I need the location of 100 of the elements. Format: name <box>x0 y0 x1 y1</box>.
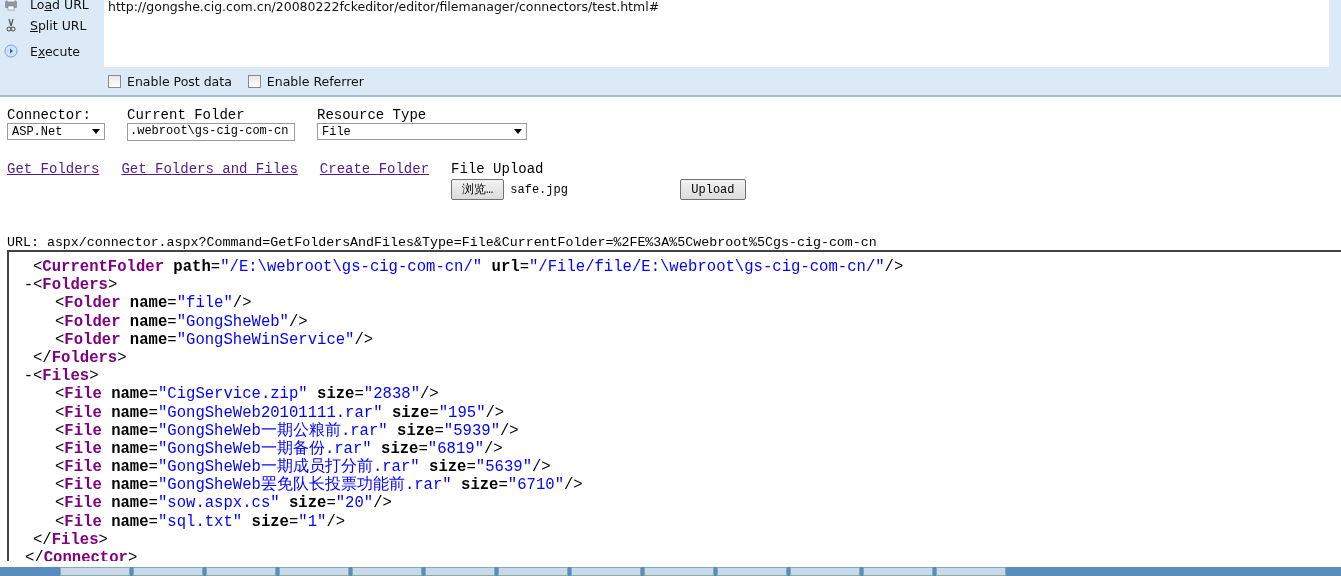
input-field[interactable]: .webroot\gs-cig-com-cn <box>127 123 295 141</box>
xml-punctuation: /> <box>485 403 505 422</box>
xml-attribute-value: "/File/file/E:\webroot\gs-cig-com-cn/" <box>529 258 885 277</box>
xml-punctuation: < <box>55 403 65 422</box>
xml-punctuation: = <box>466 458 476 477</box>
xml-tag-name: File <box>64 403 102 422</box>
resource-type-dropdown[interactable]: File <box>317 123 527 140</box>
xml-punctuation: = <box>354 385 364 404</box>
xml-punctuation: = <box>148 476 158 495</box>
collapse-toggle[interactable]: - <box>17 367 33 386</box>
xml-attribute-name: name <box>110 476 149 495</box>
xml-tag-name: Folder <box>64 312 121 331</box>
xml-punctuation: /> <box>373 494 392 513</box>
xml-tag-name: File <box>64 458 102 477</box>
xml-tag-name: File <box>64 512 102 531</box>
xml-tag-name: CurrentFolder <box>42 258 164 277</box>
checkbox[interactable] <box>108 74 121 88</box>
xml-attribute-value: "file" <box>176 294 233 313</box>
xml-tag-name: Files <box>42 367 90 386</box>
xml-punctuation: < <box>55 294 65 313</box>
xml-attribute-name: size <box>287 494 327 513</box>
hackbar-action-button[interactable]: Split URL <box>0 12 104 38</box>
hackbar-action-button[interactable]: Execute <box>0 38 104 64</box>
collapse-toggle[interactable]: - <box>17 276 33 295</box>
xml-punctuation: < <box>33 367 43 386</box>
xml-attribute-value: "GongSheWeb" <box>176 312 289 331</box>
xml-attribute-value: "CigService.zip" <box>157 385 308 404</box>
xml-punctuation: /> <box>532 458 551 477</box>
url-field[interactable]: http://gongshe.cig.com.cn/20080222fckeditor/editor/filemanager/connectors/test.html# <box>104 0 1329 67</box>
xml-punctuation: </ <box>33 530 52 549</box>
xml-attribute-name: name <box>128 294 168 313</box>
field-label: File Upload <box>451 161 545 177</box>
xml-attribute-name: name <box>110 403 149 422</box>
xml-attribute-value: "6710" <box>507 476 564 495</box>
xml-tag-name: Folder <box>64 330 121 349</box>
printer-icon <box>4 0 18 11</box>
xml-punctuation: /> <box>884 258 904 277</box>
xml-punctuation: < <box>55 476 65 495</box>
xml-punctuation: = <box>418 439 428 459</box>
field-label: Connector: <box>7 107 92 123</box>
xml-attribute-name: name <box>110 458 149 477</box>
xml-punctuation: = <box>148 512 158 531</box>
xml-punctuation: > <box>98 530 108 549</box>
xml-punctuation: = <box>167 330 177 349</box>
xml-attribute-value: "sql.txt" <box>157 512 243 531</box>
xml-punctuation: = <box>148 385 158 404</box>
xml-attribute-name: size <box>396 421 435 440</box>
xml-punctuation: </ <box>33 348 52 368</box>
xml-punctuation: > <box>127 549 138 561</box>
xml-punctuation: < <box>55 494 65 513</box>
xml-tag-name: File <box>64 494 102 513</box>
scissors-icon <box>4 18 18 32</box>
checkbox-label: Enable Post data <box>127 73 232 89</box>
checkbox-label: Enable Referrer <box>266 73 364 89</box>
xml-tag-name: File <box>64 476 102 495</box>
xml-attribute-value: "GongSheWeb20101111.rar" <box>157 403 383 422</box>
xml-punctuation: < <box>33 258 43 277</box>
xml-punctuation: = <box>498 476 508 495</box>
xml-punctuation: < <box>33 276 43 295</box>
browse-button[interactable]: 浏览… <box>451 179 505 200</box>
xml-punctuation: < <box>55 330 65 349</box>
xml-attribute-value: "6819" <box>427 439 484 459</box>
xml-punctuation: = <box>429 403 439 422</box>
xml-punctuation: = <box>148 403 158 422</box>
xml-punctuation: = <box>148 494 158 513</box>
link[interactable]: Create Folder <box>319 161 430 177</box>
link[interactable]: Get Folders and Files <box>121 161 298 177</box>
dropdown-caret-icon <box>92 129 100 134</box>
xml-punctuation: /> <box>484 439 503 459</box>
xml-attribute-name: size <box>390 403 430 422</box>
xml-attribute-value: "GongSheWeb一期成员打分前.rar" <box>157 458 420 477</box>
xml-punctuation: /> <box>354 330 374 349</box>
xml-punctuation: = <box>434 421 444 440</box>
xml-attribute-name: name <box>110 512 149 531</box>
xml-punctuation: /> <box>326 512 346 531</box>
xml-punctuation: = <box>148 421 158 440</box>
xml-punctuation: /> <box>500 421 519 440</box>
xml-punctuation: = <box>167 294 177 313</box>
xml-attribute-value: "5939" <box>443 421 500 440</box>
xml-attribute-name: size <box>316 385 355 404</box>
xml-attribute-value: "GongSheWeb一期公粮前.rar" <box>157 421 388 440</box>
link[interactable]: Get Folders <box>7 161 100 177</box>
xml-punctuation: < <box>55 458 65 477</box>
upload-button[interactable]: Upload <box>680 179 746 200</box>
xml-attribute-value: "GongSheWeb罢免队长投票功能前.rar" <box>157 476 452 495</box>
xml-attribute-name: path <box>172 258 211 277</box>
xml-attribute-value: "sow.aspx.cs" <box>157 494 280 513</box>
xml-punctuation: = <box>167 312 177 331</box>
xml-attribute-name: size <box>428 458 467 477</box>
xml-tag-name: Folder <box>64 294 121 313</box>
xml-punctuation: /> <box>288 312 308 331</box>
xml-punctuation: = <box>210 258 221 277</box>
xml-attribute-name: name <box>110 439 149 459</box>
xml-punctuation: /> <box>564 476 583 495</box>
xml-attribute-value: "2838" <box>363 385 420 404</box>
connector-dropdown[interactable]: ASP.Net <box>7 123 105 140</box>
xml-attribute-name: name <box>110 385 149 404</box>
xml-punctuation: = <box>148 458 158 477</box>
checkbox[interactable] <box>247 74 261 88</box>
xml-attribute-value: "20" <box>335 494 374 513</box>
